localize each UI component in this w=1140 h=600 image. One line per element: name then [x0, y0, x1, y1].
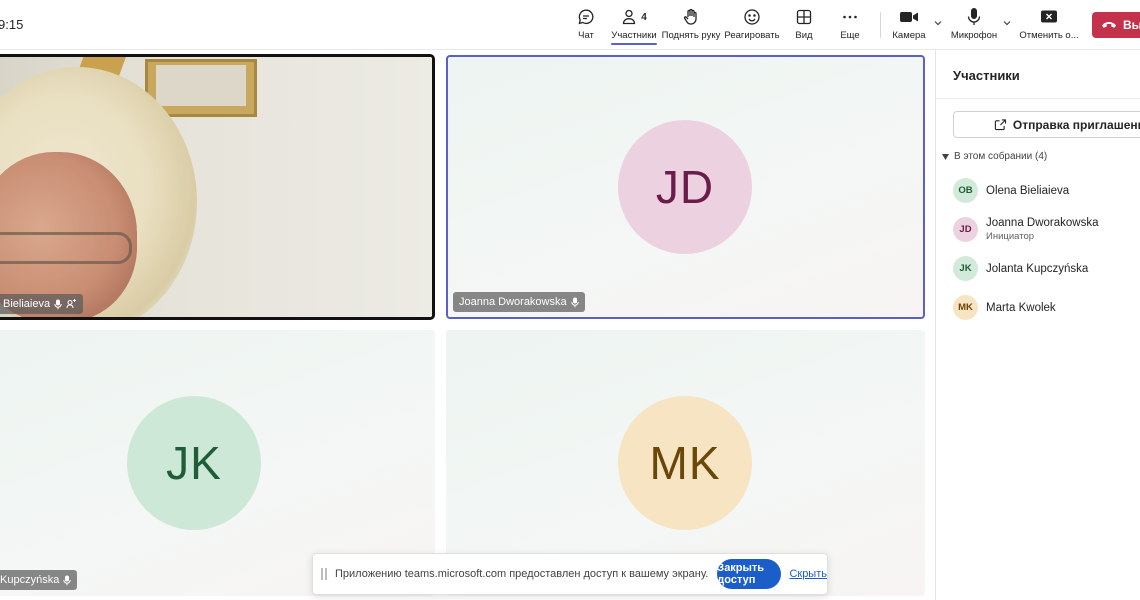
participant-avatar: MK — [618, 396, 752, 530]
participant-text: Olena Bieliaieva — [986, 185, 1069, 197]
more-label: Еще — [840, 30, 860, 41]
people-icon-group: 4 — [621, 6, 647, 28]
participant-row[interactable]: MK Marta Kwolek — [953, 295, 1056, 320]
participant-avatar: JK — [127, 396, 261, 530]
video-tile-camera[interactable]: Bieliaieva — [0, 54, 435, 320]
more-button[interactable]: Еще — [836, 6, 864, 46]
caret-down-icon — [942, 153, 949, 160]
participant-role: Инициатор — [986, 231, 1035, 242]
grid-view-icon — [795, 6, 813, 28]
people-label: Участники — [611, 30, 656, 45]
people-button[interactable]: 4 Участники — [611, 6, 657, 46]
panel-divider — [936, 98, 1140, 99]
participant-name-tag: Kupczyńska — [0, 570, 78, 590]
screen-share-notification: Приложению teams.microsoft.com предостав… — [312, 553, 828, 595]
participant-name: Joanna Dworakowska — [986, 217, 1099, 229]
microphone-icon — [63, 575, 72, 585]
participants-panel: Участники Отправка приглашения В этом со… — [935, 50, 1140, 600]
people-icon — [623, 9, 636, 25]
raise-hand-icon — [682, 6, 700, 28]
camera-label: Камера — [892, 30, 926, 41]
send-invite-button[interactable]: Отправка приглашения — [953, 111, 1140, 138]
react-label: Реагировать — [724, 30, 780, 41]
more-icon — [841, 6, 859, 28]
camera-feed-background — [156, 65, 246, 106]
participant-name: Marta Kwolek — [986, 301, 1056, 314]
leave-label: Вы — [1123, 18, 1140, 32]
leave-button[interactable]: Вы — [1092, 12, 1140, 38]
meeting-timer: 9:15 — [0, 17, 24, 32]
participant-name-tag: Bieliaieva — [0, 294, 84, 314]
people-count-badge: 4 — [641, 11, 647, 23]
microphone-icon — [966, 6, 982, 28]
drag-handle-icon[interactable] — [321, 568, 327, 580]
view-button[interactable]: Вид — [790, 6, 818, 46]
participant-name: Kupczyńska — [0, 574, 60, 586]
participant-avatar: JK — [953, 256, 978, 281]
raise-hand-button[interactable]: Поднять руку — [661, 6, 721, 46]
stop-share-icon — [1040, 6, 1058, 28]
in-meeting-section-header[interactable]: В этом собрании (4) — [942, 151, 1047, 162]
microphone-button[interactable]: Микрофон — [950, 6, 998, 46]
share-notification-text: Приложению teams.microsoft.com предостав… — [335, 568, 709, 580]
participant-name: Bieliaieva — [3, 298, 51, 310]
camera-feed-background — [0, 232, 132, 264]
raise-hand-label: Поднять руку — [661, 30, 721, 41]
hide-link[interactable]: Скрыть — [789, 568, 827, 580]
chat-label: Чат — [578, 30, 594, 41]
teams-meeting-window: 9:15 Чат 4 Участники Поднять руку Реагир… — [0, 0, 1140, 600]
panel-title: Участники — [953, 68, 1020, 83]
send-invite-label: Отправка приглашения — [1012, 117, 1140, 132]
camera-feed — [0, 57, 432, 317]
chat-button[interactable]: Чат — [572, 6, 600, 46]
camera-icon — [899, 6, 919, 28]
video-tile-joanna-dworakowska[interactable]: JD Joanna Dworakowska — [446, 55, 925, 319]
microphone-icon — [54, 299, 62, 309]
participant-name: Jolanta Kupczyńska — [986, 262, 1089, 275]
participant-name-tag: Joanna Dworakowska — [453, 292, 585, 312]
react-button[interactable]: Реагировать — [724, 6, 780, 46]
participant-row[interactable]: OB Olena Bieliaieva — [953, 178, 1069, 203]
close-access-button[interactable]: Закрыть доступ — [717, 559, 782, 589]
participant-row[interactable]: JD Joanna Dworakowska Инициатор — [953, 217, 1099, 242]
participant-avatar: JD — [953, 217, 978, 242]
toolbar-divider — [880, 12, 881, 38]
meeting-toolbar: 9:15 Чат 4 Участники Поднять руку Реагир… — [0, 0, 1140, 50]
microphone-label: Микрофон — [950, 30, 998, 41]
stop-sharing-label: Отменить о... — [1019, 30, 1079, 41]
microphone-options-chevron-icon[interactable] — [1002, 18, 1012, 28]
participant-name: Olena Bieliaieva — [986, 184, 1070, 197]
share-icon — [994, 119, 1007, 131]
participant-avatar: JD — [618, 120, 752, 254]
stop-sharing-button[interactable]: Отменить о... — [1019, 6, 1079, 46]
chat-icon — [577, 6, 595, 28]
background-effects-icon — [66, 299, 77, 309]
participant-row[interactable]: JK Jolanta Kupczyńska — [953, 256, 1088, 281]
section-label: В этом собрании (4) — [954, 151, 1048, 162]
microphone-icon — [570, 297, 579, 307]
view-label: Вид — [795, 30, 813, 41]
participant-text: Jolanta Kupczyńska — [986, 263, 1088, 275]
participant-avatar: OB — [953, 178, 978, 203]
camera-options-chevron-icon[interactable] — [933, 18, 943, 28]
participant-avatar: MK — [953, 295, 978, 320]
participant-text: Marta Kwolek — [986, 302, 1056, 314]
participant-text: Joanna Dworakowska Инициатор — [986, 217, 1099, 242]
participant-name: Joanna Dworakowska — [459, 296, 567, 308]
camera-button[interactable]: Камера — [892, 6, 926, 46]
emoji-icon — [743, 6, 761, 28]
video-gallery: Bieliaieva JD Joanna Dworakowska JK Kupc… — [0, 50, 935, 600]
hang-up-icon — [1102, 22, 1116, 28]
